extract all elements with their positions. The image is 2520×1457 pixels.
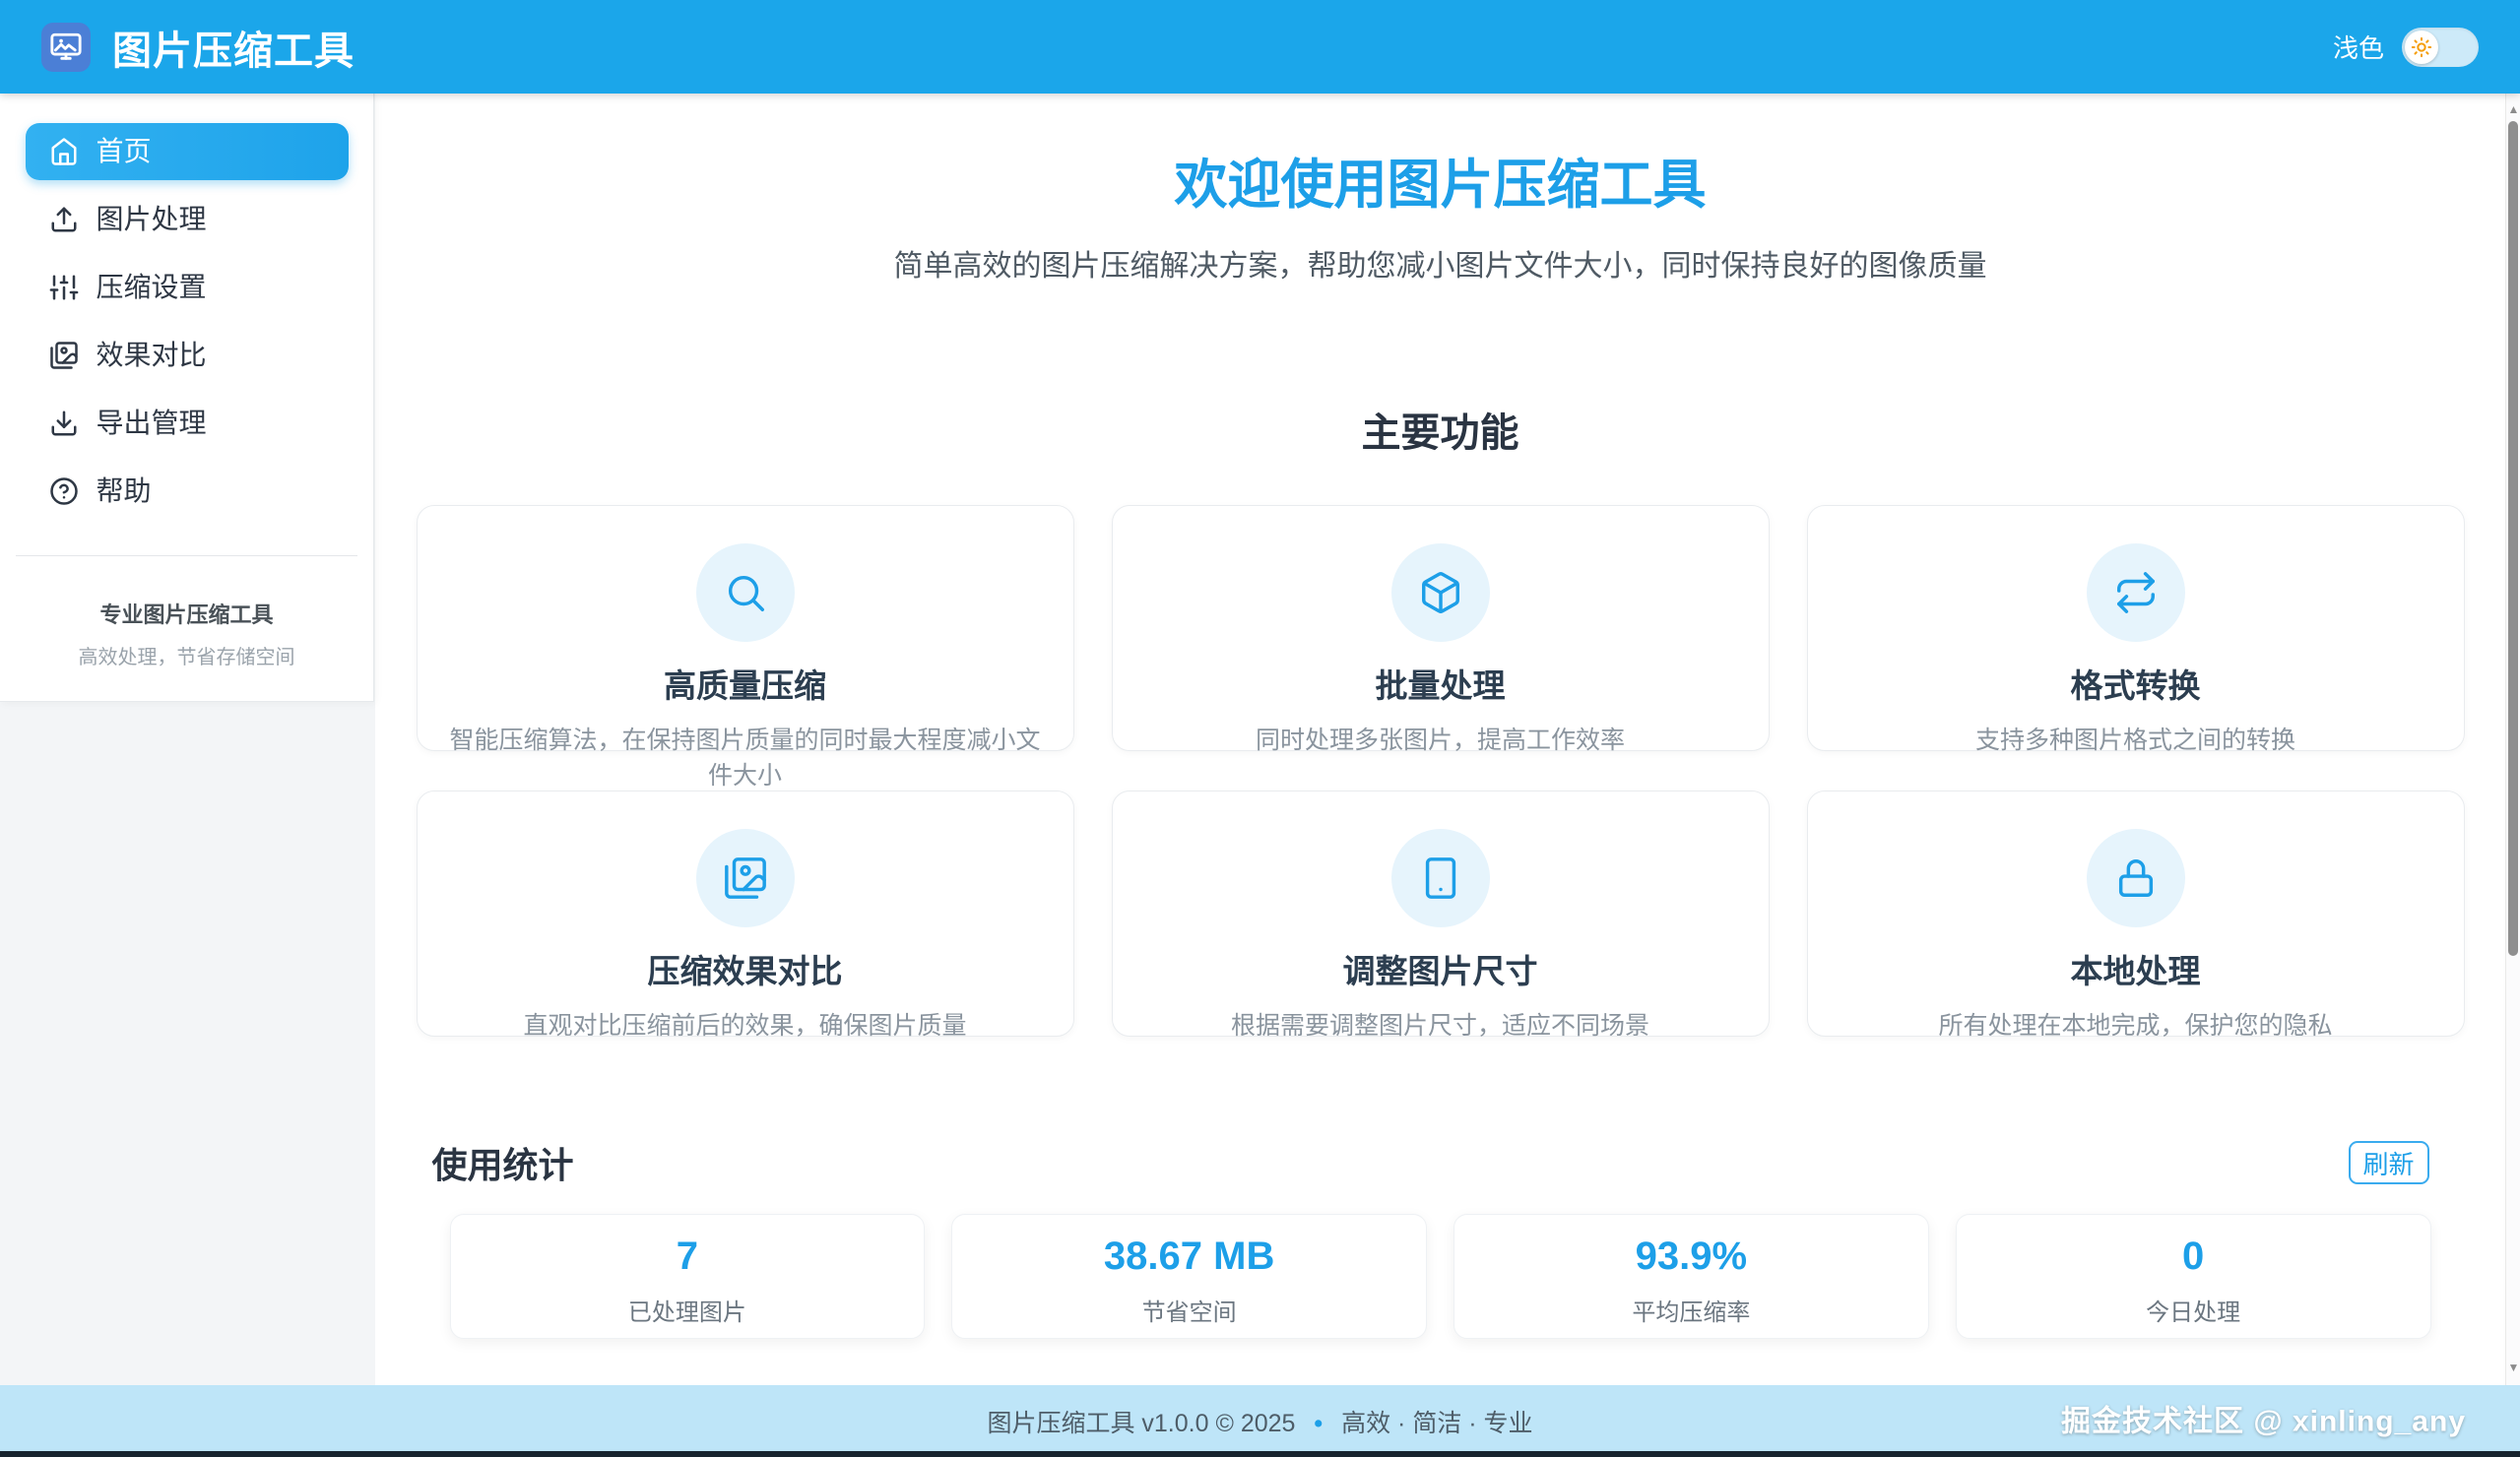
stat-label: 已处理图片 [451,1293,925,1327]
feature-title: 高质量压缩 [418,660,1073,707]
upload-icon [49,205,79,234]
stat-card-processed-images: 7 已处理图片 [450,1214,926,1339]
stat-value: 0 [1957,1235,2430,1279]
theme-toggle-knob[interactable] [2405,31,2438,64]
feature-title: 批量处理 [1113,660,1769,707]
feature-icon-circle [2087,829,2185,927]
theme-mode-label: 浅色 [2333,29,2384,65]
photo-monitor-icon [49,31,83,64]
footer-text: 图片压缩工具 v1.0.0 © 2025 • 高效 · 简洁 · 专业 [987,1404,1532,1439]
features-grid: 高质量压缩 智能压缩算法，在保持图片质量的同时最大程度减小文件大小 批量处理 同… [417,505,2465,1037]
sidebar-item-label: 导出管理 [97,410,207,437]
feature-card-format-convert[interactable]: 格式转换 支持多种图片格式之间的转换 [1807,505,2465,751]
feature-card-batch-process[interactable]: 批量处理 同时处理多张图片，提高工作效率 [1112,505,1770,751]
feature-icon-circle [696,543,795,642]
app-header: 图片压缩工具 浅色 [0,0,2520,94]
app-footer: 图片压缩工具 v1.0.0 © 2025 • 高效 · 简洁 · 专业 掘金技术… [0,1385,2520,1457]
home-icon [49,137,79,166]
images-icon [723,855,768,901]
box-icon [1418,570,1463,615]
scroll-up-button[interactable]: ▲ [2506,103,2520,115]
features-heading: 主要功能 [417,401,2465,458]
sidebar-item-image-processing[interactable]: 图片处理 [26,191,349,248]
theme-toggle[interactable] [2402,28,2479,67]
footer-version-text: 图片压缩工具 v1.0.0 © 2025 [987,1410,1295,1437]
sidebar-item-label: 帮助 [97,477,152,505]
compare-images-icon [49,341,79,370]
sidebar-footer-subtitle: 高效处理，节省存储空间 [0,641,373,669]
sidebar: 首页 图片处理 压缩设置 效果对比 [0,94,374,702]
download-icon [49,409,79,438]
watermark-text: 掘金技术社区 @ xinling_any [2061,1396,2466,1439]
smartphone-icon [1418,855,1463,901]
stat-label: 今日处理 [1957,1293,2430,1327]
feature-card-resize-image[interactable]: 调整图片尺寸 根据需要调整图片尺寸，适应不同场景 [1112,791,1770,1037]
feature-title: 调整图片尺寸 [1113,945,1769,992]
stat-value: 7 [451,1235,925,1279]
stat-card-avg-compression: 93.9% 平均压缩率 [1454,1214,1929,1339]
main-content: 欢迎使用图片压缩工具 简单高效的图片压缩解决方案，帮助您减小图片文件大小，同时保… [375,94,2505,1385]
scrollbar-thumb[interactable] [2508,121,2518,956]
footer-bullet: • [1314,1410,1323,1437]
feature-icon-circle [1391,829,1490,927]
sidebar-item-label: 效果对比 [97,342,207,369]
sidebar-footer: 专业图片压缩工具 高效处理，节省存储空间 [0,598,373,669]
page-subtitle: 简单高效的图片压缩解决方案，帮助您减小图片文件大小，同时保持良好的图像质量 [417,241,2465,285]
feature-title: 本地处理 [1808,945,2464,992]
lock-icon [2113,855,2159,901]
sidebar-item-export-manage[interactable]: 导出管理 [26,395,349,452]
sidebar-divider [16,555,357,556]
sidebar-item-label: 图片处理 [97,206,207,233]
feature-card-compress-compare[interactable]: 压缩效果对比 直观对比压缩前后的效果，确保图片质量 [417,791,1074,1037]
stat-label: 平均压缩率 [1454,1293,1928,1327]
feature-card-local-process[interactable]: 本地处理 所有处理在本地完成，保护您的隐私 [1807,791,2465,1037]
scroll-down-button[interactable]: ▼ [2506,1362,2520,1373]
sidebar-item-help[interactable]: 帮助 [26,463,349,520]
app-logo [41,23,91,72]
sliders-icon [49,273,79,302]
help-icon [49,476,79,506]
stat-value: 38.67 MB [952,1235,1426,1279]
page-title: 欢迎使用图片压缩工具 [417,155,2465,216]
feature-title: 压缩效果对比 [418,945,1073,992]
sun-icon [2411,36,2432,58]
sidebar-item-label: 首页 [97,138,152,165]
refresh-button[interactable]: 刷新 [2349,1141,2429,1184]
bottom-edge-strip [0,1451,2520,1457]
feature-description: 根据需要调整图片尺寸，适应不同场景 [1113,1006,1769,1042]
app-title: 图片压缩工具 [112,19,355,76]
feature-icon-circle [2087,543,2185,642]
feature-icon-circle [696,829,795,927]
feature-description: 支持多种图片格式之间的转换 [1808,721,2464,756]
stat-card-space-saved: 38.67 MB 节省空间 [951,1214,1427,1339]
sidebar-item-compression-settings[interactable]: 压缩设置 [26,259,349,316]
scrollbar-track[interactable]: ▲ ▼ [2505,94,2520,1385]
feature-description: 智能压缩算法，在保持图片质量的同时最大程度减小文件大小 [418,721,1073,792]
footer-slogan-text: 高效 · 简洁 · 专业 [1341,1410,1532,1437]
feature-description: 同时处理多张图片，提高工作效率 [1113,721,1769,756]
feature-card-high-quality-compress[interactable]: 高质量压缩 智能压缩算法，在保持图片质量的同时最大程度减小文件大小 [417,505,1074,751]
search-icon [723,570,768,615]
sidebar-item-label: 压缩设置 [97,274,207,301]
stat-label: 节省空间 [952,1293,1426,1327]
stats-heading: 使用统计 [432,1137,574,1188]
sidebar-footer-title: 专业图片压缩工具 [0,598,373,629]
feature-description: 直观对比压缩前后的效果，确保图片质量 [418,1006,1073,1042]
stats-grid: 7 已处理图片 38.67 MB 节省空间 93.9% 平均压缩率 0 今日处理 [450,1214,2431,1339]
sidebar-item-effect-compare[interactable]: 效果对比 [26,327,349,384]
feature-icon-circle [1391,543,1490,642]
stat-card-today-processed: 0 今日处理 [1956,1214,2431,1339]
feature-description: 所有处理在本地完成，保护您的隐私 [1808,1006,2464,1042]
stat-value: 93.9% [1454,1235,1928,1279]
sidebar-item-home[interactable]: 首页 [26,123,349,180]
feature-title: 格式转换 [1808,660,2464,707]
repeat-icon [2113,570,2159,615]
